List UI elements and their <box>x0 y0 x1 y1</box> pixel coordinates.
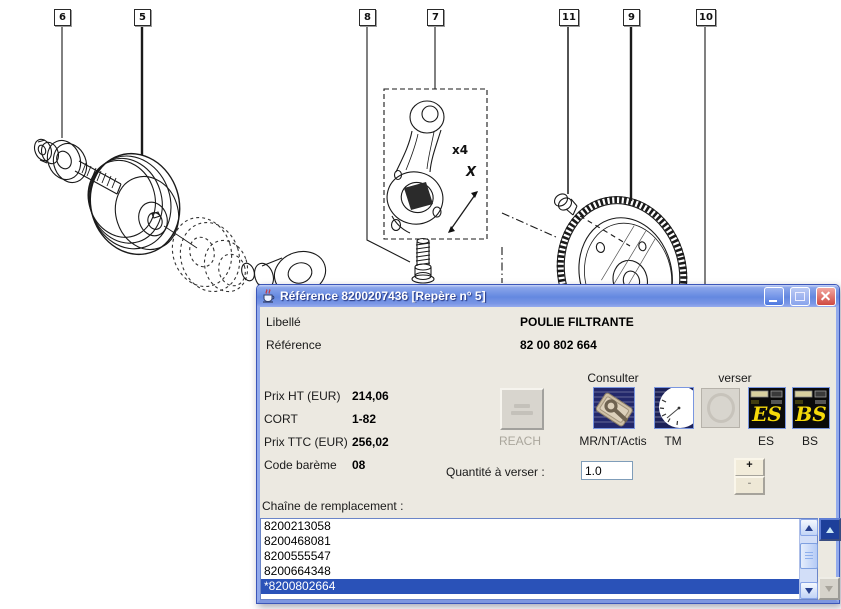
libelle-value: POULIE FILTRANTE <box>520 315 634 329</box>
quantity-plus-button[interactable]: + <box>734 458 765 477</box>
reference-dialog: Référence 8200207436 [Repère n° 5] Libel… <box>256 284 840 604</box>
callout-6[interactable]: 6 <box>54 9 71 26</box>
cort-label: CORT <box>264 412 298 426</box>
callout-9-number: 9 <box>628 12 635 23</box>
callout-10[interactable]: 10 <box>696 9 716 26</box>
verser-header: verser <box>690 371 780 385</box>
gauge-icon <box>655 388 693 428</box>
disabled-catalog-button[interactable] <box>701 388 740 428</box>
maximize-icon[interactable] <box>790 287 810 306</box>
scroll-up-icon[interactable] <box>800 519 818 536</box>
list-item[interactable]: 8200555547 <box>261 549 800 564</box>
prix-ht-value: 214,06 <box>352 389 389 403</box>
cort-value: 1-82 <box>352 412 376 426</box>
prix-ttc-value: 256,02 <box>352 435 389 449</box>
reference-value: 82 00 802 664 <box>520 338 597 352</box>
prix-ht-label: Prix HT (EUR) <box>264 389 340 403</box>
ghost-ring-icon <box>707 393 735 423</box>
chain-move-up-button[interactable] <box>819 518 841 541</box>
scrollbar-thumb[interactable] <box>800 543 818 569</box>
reference-label: Référence <box>266 338 321 352</box>
dialog-title: Référence 8200207436 [Repère n° 5] <box>280 289 758 303</box>
list-item-selected[interactable]: *8200802664 <box>261 579 800 594</box>
list-item[interactable]: 8200664348 <box>261 564 800 579</box>
es-button[interactable]: ES <box>748 387 786 429</box>
es-catalog-icon: ES <box>749 388 785 428</box>
dimension-note: X <box>466 165 476 180</box>
dialog-body: Libellé POULIE FILTRANTE Référence 82 00… <box>257 307 839 603</box>
callout-10-number: 10 <box>699 12 713 23</box>
bs-letters: BS <box>794 402 826 426</box>
tm-label: TM <box>643 434 703 448</box>
chain-rows: 8200213058 8200468081 8200555547 8200664… <box>261 519 800 599</box>
minimize-icon[interactable] <box>764 287 784 306</box>
es-letters: ES <box>751 402 782 426</box>
callout-7[interactable]: 7 <box>427 9 444 26</box>
close-icon[interactable] <box>816 287 836 306</box>
parts-catalog-screen: 6 5 8 7 11 9 10 x4 X Référence 820020743… <box>0 0 841 609</box>
bs-button[interactable]: BS <box>792 387 830 429</box>
quantity-minus-button[interactable]: - <box>734 476 765 495</box>
replacement-chain-list: 8200213058 8200468081 8200555547 8200664… <box>260 518 818 600</box>
tm-button[interactable] <box>654 387 694 429</box>
bs-catalog-icon: BS <box>793 388 829 428</box>
quantity-input[interactable] <box>581 461 633 480</box>
callout-11-number: 11 <box>562 12 576 23</box>
list-scrollbar[interactable] <box>799 519 817 599</box>
chain-label: Chaîne de remplacement : <box>262 499 403 513</box>
down-arrow-icon <box>825 586 833 592</box>
reach-label: REACH <box>490 434 550 448</box>
callout-9[interactable]: 9 <box>623 9 640 26</box>
reach-button[interactable] <box>500 388 544 430</box>
libelle-label: Libellé <box>266 315 301 329</box>
list-item[interactable]: 8200468081 <box>261 534 800 549</box>
manual-wrench-icon <box>594 388 634 428</box>
code-bareme-label: Code barème <box>264 458 337 472</box>
bs-label: BS <box>780 434 840 448</box>
callout-8[interactable]: 8 <box>359 9 376 26</box>
callout-6-number: 6 <box>59 12 66 23</box>
prix-ttc-label: Prix TTC (EUR) <box>264 435 348 449</box>
consulter-header: Consulter <box>563 371 663 385</box>
list-item[interactable]: 8200213058 <box>261 519 800 534</box>
callout-5[interactable]: 5 <box>134 9 151 26</box>
callout-8-number: 8 <box>364 12 371 23</box>
code-bareme-value: 08 <box>352 458 365 472</box>
java-cup-icon <box>260 288 276 304</box>
callout-11[interactable]: 11 <box>559 9 579 26</box>
scroll-down-icon[interactable] <box>800 582 818 599</box>
up-arrow-icon <box>826 527 834 533</box>
quantity-label: Quantité à verser : <box>446 465 545 479</box>
dialog-titlebar[interactable]: Référence 8200207436 [Repère n° 5] <box>257 285 839 307</box>
mrnt-actis-button[interactable] <box>593 387 635 429</box>
multiplier-note: x4 <box>452 143 468 157</box>
callout-7-number: 7 <box>432 12 439 23</box>
chain-move-down-button[interactable] <box>818 577 840 600</box>
callout-5-number: 5 <box>139 12 146 23</box>
